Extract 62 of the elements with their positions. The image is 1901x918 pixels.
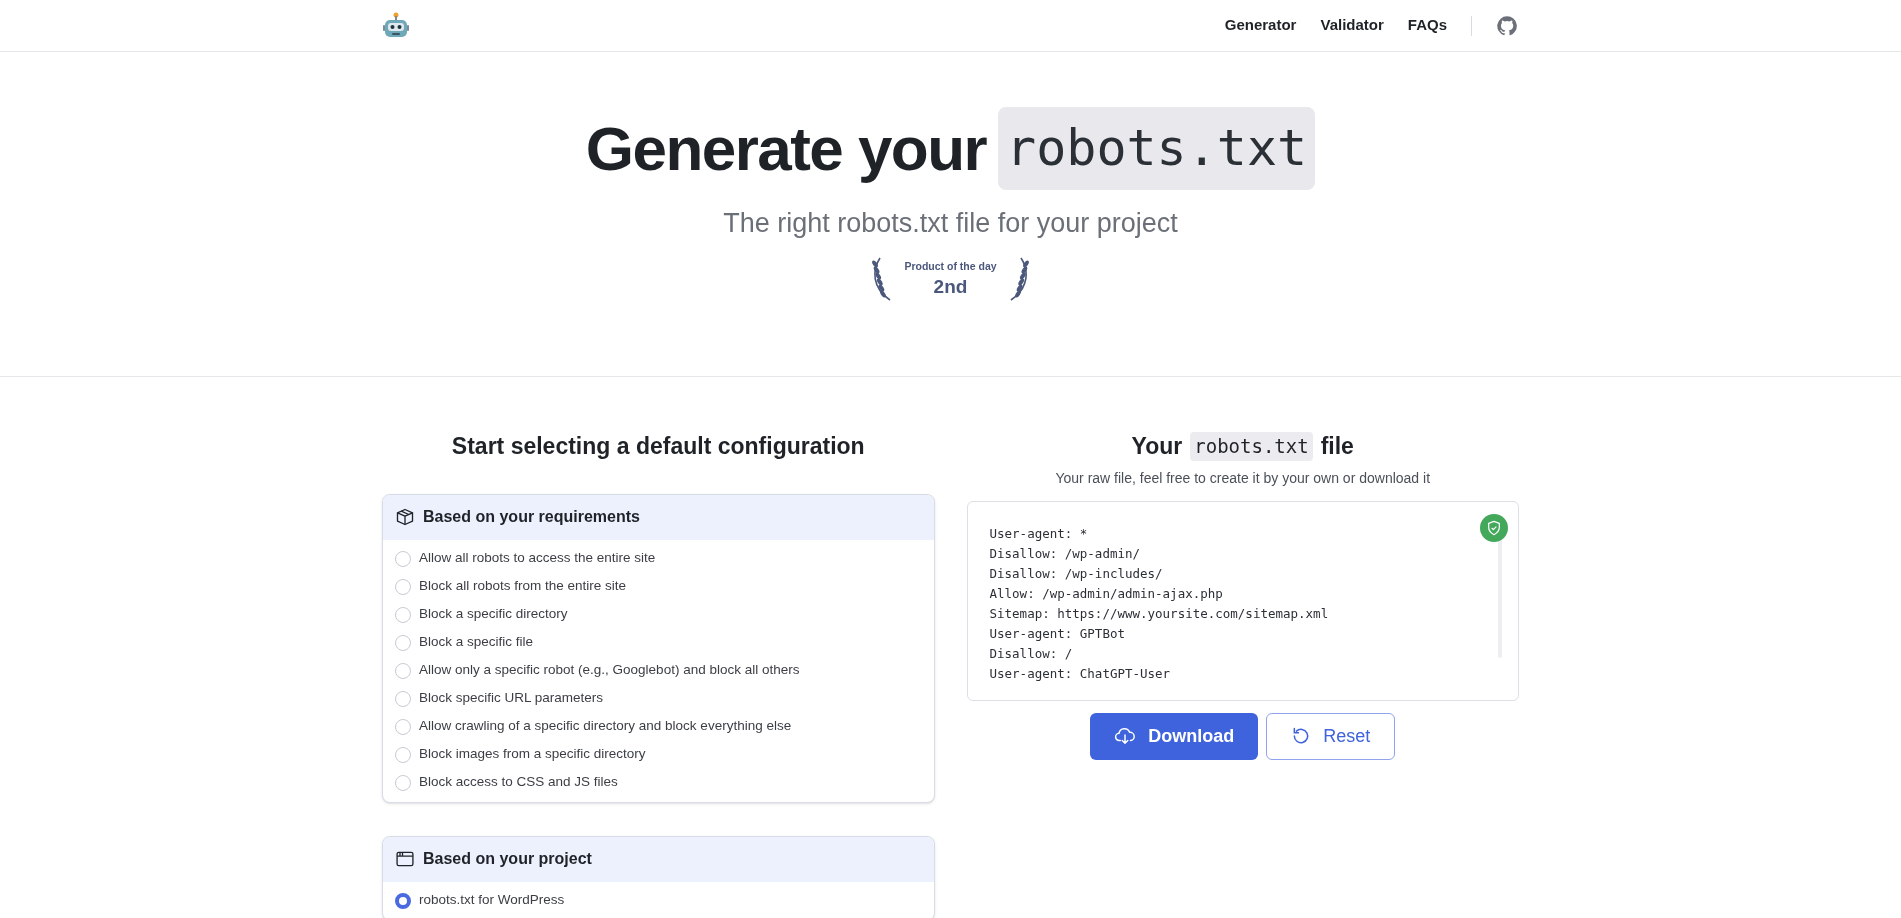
- box-icon: [395, 507, 415, 527]
- shield-check-icon: [1486, 519, 1502, 536]
- section-subtitle: Your raw file, feel free to create it by your own or download it: [1055, 468, 1431, 488]
- code-line: Disallow: /wp-admin/: [989, 544, 1140, 563]
- radio-option[interactable]: Block access to CSS and JS files: [383, 768, 934, 797]
- radio-button[interactable]: [395, 662, 411, 679]
- option-label: Block a specific file: [419, 633, 534, 652]
- browser-window-icon: [395, 849, 415, 869]
- code-line: User-agent: ChatGPT-User: [989, 664, 1171, 683]
- option-label: robots.txt for WordPress: [419, 891, 565, 910]
- card-title: Based on your project: [423, 849, 592, 869]
- radio-option[interactable]: Block a specific directory: [383, 600, 934, 629]
- radio-option[interactable]: Block a specific file: [383, 628, 934, 657]
- radio-button[interactable]: [395, 774, 411, 791]
- code-line: Disallow: /: [989, 644, 1073, 663]
- code-line: User-agent: GPTBot: [989, 624, 1125, 643]
- radio-option[interactable]: Allow only a specific robot (e.g., Googlebot) and block all others: [383, 656, 934, 685]
- code-editor[interactable]: User-agent: * Disallow: /wp-admin/ Disallow: /wp-includes/ Allow: /wp-admin/admin-ajax.php Sitemap: https://www.yoursite.com/sitemap.xml User-agent: GPTBot Disallow: / User-agent: ChatGPT-User: [966, 500, 1519, 701]
- radio-button[interactable]: [395, 550, 411, 567]
- card-title: Based on your requirements: [423, 507, 640, 527]
- option-label: Block a specific directory: [419, 605, 568, 624]
- cloud-download-icon: [1114, 725, 1137, 747]
- radio-option[interactable]: Block images from a specific directory: [383, 740, 934, 769]
- github-icon[interactable]: [1496, 14, 1518, 37]
- radio-button[interactable]: [395, 718, 411, 735]
- radio-option[interactable]: Allow crawling of a specific directory and block everything else: [383, 712, 934, 741]
- badge-rank: 2nd: [933, 274, 968, 299]
- nav-link[interactable]: Generator: [1224, 14, 1297, 37]
- radio-button[interactable]: [395, 634, 411, 651]
- section-heading: file: [1320, 432, 1354, 461]
- code-line: User-agent: *: [989, 524, 1088, 543]
- option-label: Allow only a specific robot (e.g., Googlebot) and block all others: [419, 661, 800, 680]
- code-line: Sitemap: https://www.yoursite.com/sitemap.xml: [989, 604, 1329, 623]
- section-heading: Your: [1131, 432, 1183, 461]
- option-label: Block specific URL parameters: [419, 689, 604, 708]
- radio-option[interactable]: Block all robots from the entire site: [383, 572, 934, 601]
- nav-link[interactable]: Validator: [1320, 14, 1384, 37]
- radio-button[interactable]: [395, 578, 411, 595]
- page-title: Generate your: [585, 113, 987, 185]
- section-heading: Start selecting a default configuration: [450, 432, 866, 461]
- option-label: Allow crawling of a specific directory and block everything else: [419, 717, 792, 736]
- code-line: Disallow: /wp-includes/: [989, 564, 1163, 583]
- nav-link[interactable]: FAQs: [1407, 14, 1447, 37]
- option-label: Allow all robots to access the entire site: [419, 549, 656, 568]
- heading-code: robots.txt: [1190, 432, 1313, 461]
- option-label: Block all robots from the entire site: [419, 577, 627, 596]
- title-code: robots.txt: [998, 107, 1316, 190]
- robot-logo-icon[interactable]: [383, 11, 409, 40]
- option-label: Block images from a specific directory: [419, 745, 646, 764]
- radio-button[interactable]: [395, 690, 411, 707]
- option-label: Block access to CSS and JS files: [419, 773, 618, 792]
- radio-option[interactable]: robots.txt for WordPress: [383, 886, 934, 915]
- page-subtitle: The right robots.txt file for your project: [723, 207, 1178, 240]
- radio-button[interactable]: [395, 746, 411, 763]
- radio-option[interactable]: Block specific URL parameters: [383, 684, 934, 713]
- code-line: Allow: /wp-admin/admin-ajax.php: [989, 584, 1223, 603]
- radio-button[interactable]: [395, 606, 411, 623]
- badge-caption: Product of the day: [904, 258, 997, 274]
- radio-option[interactable]: Allow all robots to access the entire site: [383, 544, 934, 573]
- reset-button[interactable]: Reset: [1266, 712, 1396, 760]
- radio-button[interactable]: [395, 892, 411, 909]
- download-button[interactable]: Download: [1090, 712, 1259, 760]
